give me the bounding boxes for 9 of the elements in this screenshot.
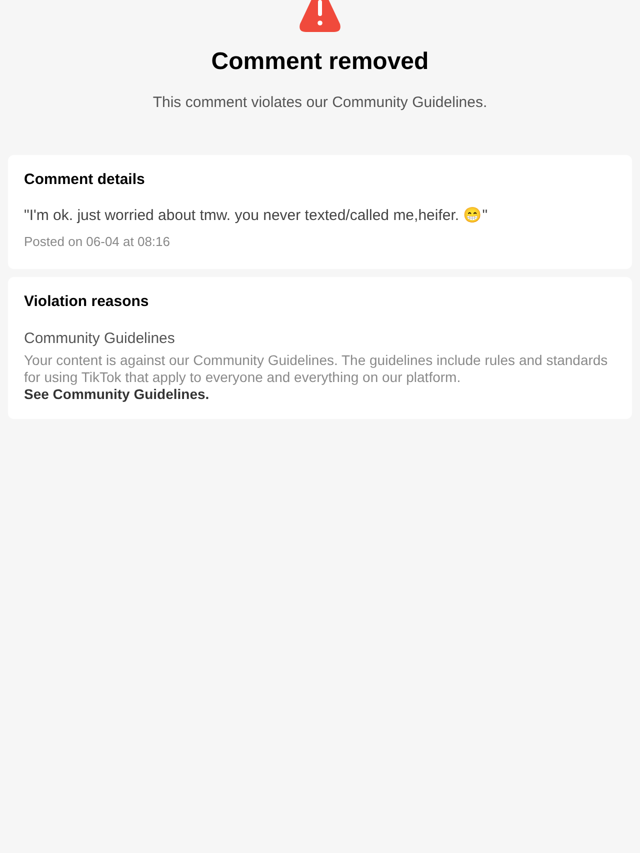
reason-description: Your content is against our Community Guidelines. The guidelines include rules and standards for using TikTok that apply to everyone and everything on our platform. See Community Guidelines. — [24, 352, 609, 403]
guidelines-link[interactable]: See Community Guidelines. — [24, 386, 210, 402]
card-heading: Violation reasons — [24, 292, 150, 312]
reason-title: Community Guidelines — [24, 328, 176, 348]
card-heading: Comment details — [24, 170, 146, 190]
subtitle: This comment violates our Community Guidelines. — [152, 93, 488, 113]
comment-text: "I'm ok. just worried about tmw. you never texted/called me,heifer. 😁" — [24, 206, 489, 226]
posted-date: Posted on 06-04 at 08:16 — [24, 232, 172, 250]
page-title: Comment removed — [211, 47, 429, 77]
